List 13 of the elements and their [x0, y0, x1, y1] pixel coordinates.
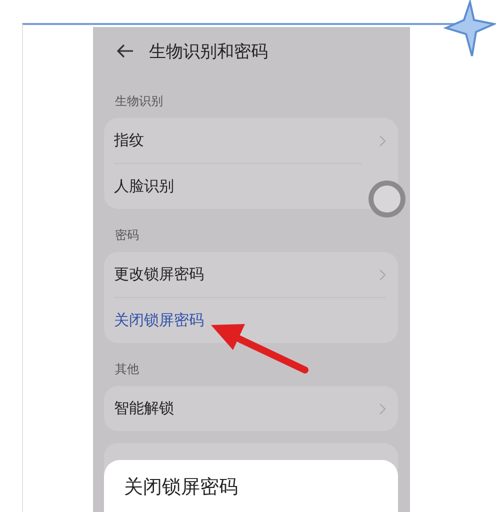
section-heading: 生物识别: [115, 93, 163, 110]
screen-title: 生物识别和密码: [149, 40, 268, 62]
back-icon[interactable]: [115, 43, 135, 59]
settings-item[interactable]: 人脸识别: [114, 163, 362, 209]
dialog-title: 关闭锁屏密码: [124, 476, 238, 498]
chevron-icon: [379, 134, 386, 146]
section-heading: 密码: [115, 227, 139, 244]
settings-item[interactable]: 指纹: [114, 118, 386, 163]
chevron-icon: [379, 402, 386, 414]
section-heading: 其他: [115, 361, 139, 378]
settings-item[interactable]: 更改锁屏密码: [114, 252, 386, 297]
chevron-icon: [379, 268, 386, 280]
settings-item[interactable]: 智能解锁: [114, 386, 386, 431]
